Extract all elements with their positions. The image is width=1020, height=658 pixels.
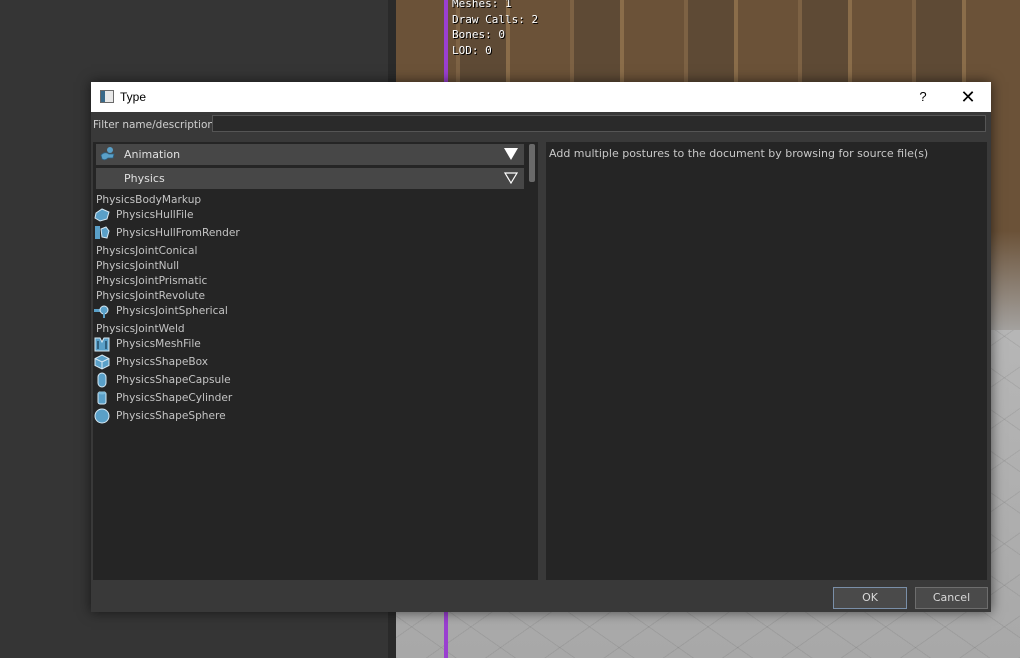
description-text: Add multiple postures to the document by… xyxy=(549,147,929,160)
stat-draw-calls: Draw Calls: 2 xyxy=(452,12,539,26)
filter-label: Filter name/description: xyxy=(93,119,218,131)
shape-sphere-icon xyxy=(94,408,110,424)
expand-arrow-icon[interactable] xyxy=(504,148,518,160)
shape-box-icon xyxy=(94,354,110,370)
window-icon xyxy=(100,90,114,103)
list-scrollbar[interactable] xyxy=(529,144,535,182)
dialog-title: Type xyxy=(120,90,147,104)
filter-input[interactable] xyxy=(212,115,986,132)
category-label: Physics xyxy=(124,172,165,185)
mesh-file-icon xyxy=(94,336,110,352)
help-button[interactable]: ? xyxy=(909,86,937,108)
category-label: Animation xyxy=(124,148,181,161)
axis-line xyxy=(444,612,448,658)
dialog-titlebar[interactable]: Type ? ✕ xyxy=(91,82,991,112)
cancel-button[interactable]: Cancel xyxy=(915,587,988,609)
viewport-stats: Meshes: 1 Draw Calls: 2 Bones: 0 LOD: 0 xyxy=(452,0,538,58)
shape-capsule-icon xyxy=(94,372,110,388)
stat-lod: LOD: 0 xyxy=(452,43,492,57)
stat-bones: Bones: 0 xyxy=(452,28,505,41)
hull-file-icon xyxy=(94,207,110,223)
type-list: Animation Physics PhysicsBodyMarkup Phys… xyxy=(93,142,538,580)
collapse-arrow-icon[interactable] xyxy=(503,172,519,185)
type-dialog: Type ? ✕ Filter name/description: Animat… xyxy=(91,82,991,612)
animation-icon xyxy=(99,146,117,162)
hull-from-render-icon xyxy=(94,225,110,241)
ok-button[interactable]: OK xyxy=(833,587,907,609)
description-pane: Add multiple postures to the document by… xyxy=(546,142,987,580)
joint-spherical-icon xyxy=(94,303,110,319)
category-animation[interactable]: Animation xyxy=(96,144,524,165)
axis-line xyxy=(444,0,448,82)
stat-meshes: Meshes: 1 xyxy=(452,0,512,10)
shape-cylinder-icon xyxy=(94,390,110,406)
category-physics[interactable]: Physics xyxy=(96,168,524,189)
close-button[interactable]: ✕ xyxy=(953,86,983,108)
